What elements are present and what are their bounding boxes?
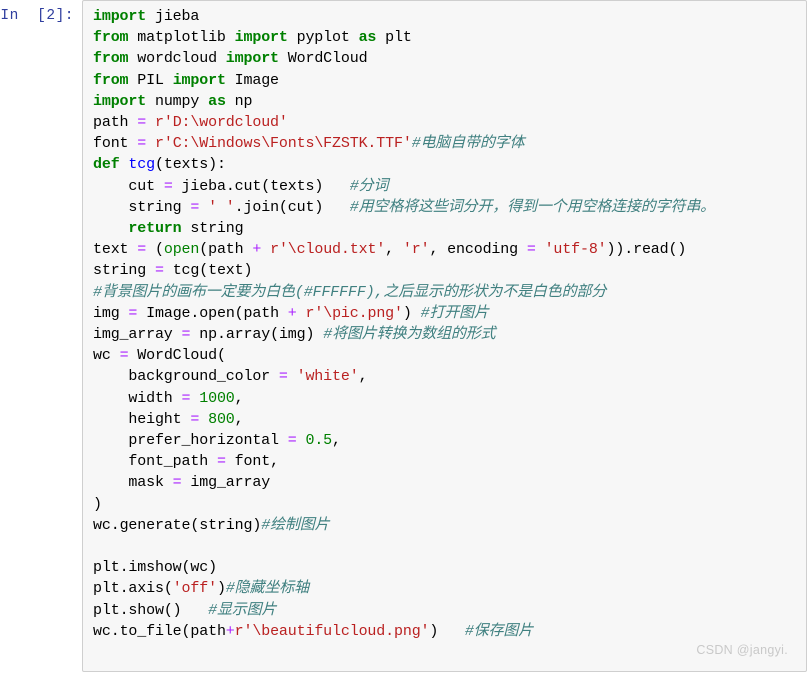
code-cell[interactable]: In [2]: import jieba from matplotlib imp… [0,0,807,672]
code-editor-area[interactable]: import jieba from matplotlib import pypl… [82,0,807,672]
csdn-watermark: CSDN @jangyi. [696,643,788,657]
source-code[interactable]: import jieba from matplotlib import pypl… [93,6,800,642]
notebook-container: In [2]: import jieba from matplotlib imp… [0,0,807,679]
cell-execution-prompt: In [2]: [0,8,74,24]
